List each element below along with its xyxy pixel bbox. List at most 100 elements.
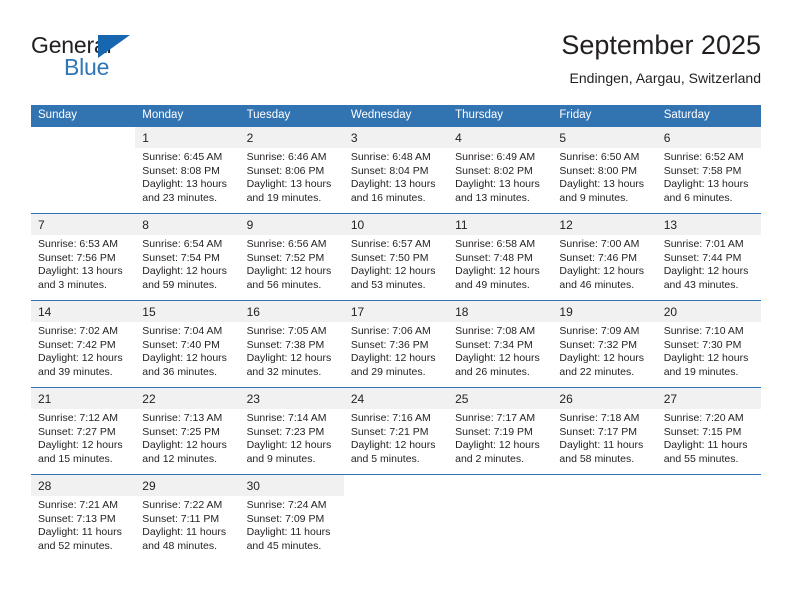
sunset-text: Sunset: 7:34 PM xyxy=(455,338,533,351)
sunrise-text: Sunrise: 7:22 AM xyxy=(142,499,223,511)
calendar-day-cell[interactable]: 15 Sunrise: 7:04 AM Sunset: 7:40 PM Dayligh… xyxy=(135,300,240,388)
calendar-day-cell[interactable]: 19 Sunrise: 7:09 AM Sunset: 7:32 PM Dayligh… xyxy=(552,300,657,388)
daylight-text-line2: and 58 minutes. xyxy=(559,452,635,465)
sunset-text: Sunset: 7:54 PM xyxy=(142,251,220,264)
day-sun-info: Sunrise: 7:09 AM Sunset: 7:32 PM Daylight:… xyxy=(552,322,656,379)
sunrise-text: Sunrise: 6:54 AM xyxy=(142,238,223,250)
daylight-text-line1: Daylight: 13 hours xyxy=(559,178,645,191)
calendar-day-cell[interactable]: 29 Sunrise: 7:22 AM Sunset: 7:11 PM Dayligh… xyxy=(135,474,240,561)
sunset-text: Sunset: 7:56 PM xyxy=(38,251,116,264)
calendar-day-cell[interactable]: 7 Sunrise: 6:53 AM Sunset: 7:56 PM Daylight… xyxy=(31,213,136,301)
day-number: 21 xyxy=(31,388,136,409)
day-sun-info: Sunrise: 6:49 AM Sunset: 8:02 PM Daylight:… xyxy=(448,148,552,205)
sunset-text: Sunset: 7:30 PM xyxy=(663,338,742,351)
sunrise-text: Sunrise: 6:56 AM xyxy=(246,238,327,250)
calendar-day-cell[interactable]: 24 Sunrise: 7:16 AM Sunset: 7:21 PM Dayligh… xyxy=(343,387,449,475)
day-number: 24 xyxy=(343,388,449,409)
calendar-day-cell[interactable]: 27 Sunrise: 7:20 AM Sunset: 7:15 PM Dayligh… xyxy=(656,387,761,475)
day-number: 3 xyxy=(343,127,449,148)
calendar-day-cell[interactable]: 3 Sunrise: 6:48 AM Sunset: 8:04 PM Daylight… xyxy=(343,127,449,214)
day-sun-info: Sunrise: 7:04 AM Sunset: 7:40 PM Daylight:… xyxy=(135,322,239,379)
calendar-day-cell[interactable]: 13 Sunrise: 7:01 AM Sunset: 7:44 PM Dayligh… xyxy=(656,213,761,301)
day-number: 9 xyxy=(239,214,344,235)
sunrise-text: Sunrise: 6:49 AM xyxy=(455,151,536,163)
calendar-day-cell[interactable]: 5 Sunrise: 6:50 AM Sunset: 8:00 PM Daylight… xyxy=(552,127,657,214)
calendar-day-cell[interactable]: 30 Sunrise: 7:24 AM Sunset: 7:09 PM Dayligh… xyxy=(239,474,344,561)
calendar-day-cell[interactable]: 1 Sunrise: 6:45 AM Sunset: 8:08 PM Daylight… xyxy=(135,127,240,214)
page-title: September 2025 xyxy=(561,30,761,60)
day-sun-info: Sunrise: 7:00 AM Sunset: 7:46 PM Daylight:… xyxy=(552,235,656,292)
sunset-text: Sunset: 7:42 PM xyxy=(38,338,116,351)
daylight-text-line1: Daylight: 12 hours xyxy=(246,352,332,365)
daylight-text-line1: Daylight: 13 hours xyxy=(246,178,332,191)
sunrise-text: Sunrise: 7:16 AM xyxy=(350,412,431,424)
calendar-day-cell[interactable]: 16 Sunrise: 7:05 AM Sunset: 7:38 PM Dayligh… xyxy=(239,300,344,388)
daylight-text-line2: and 22 minutes. xyxy=(559,365,635,378)
sunset-text: Sunset: 8:06 PM xyxy=(246,164,325,177)
daylight-text-line2: and 36 minutes. xyxy=(142,365,217,378)
day-cell-content: 23 Sunrise: 7:14 AM Sunset: 7:23 PM Dayligh… xyxy=(239,388,344,474)
sunrise-text: Sunrise: 6:58 AM xyxy=(455,238,536,250)
calendar-day-cell[interactable]: 28 Sunrise: 7:21 AM Sunset: 7:13 PM Dayligh… xyxy=(31,474,136,561)
day-sun-info: Sunrise: 6:53 AM Sunset: 7:56 PM Daylight:… xyxy=(31,235,135,292)
sunset-text: Sunset: 7:58 PM xyxy=(663,164,742,177)
day-cell-content: 20 Sunrise: 7:10 AM Sunset: 7:30 PM Dayligh… xyxy=(656,301,761,387)
day-sun-info: Sunrise: 6:54 AM Sunset: 7:54 PM Daylight:… xyxy=(135,235,239,292)
day-cell-content: 28 Sunrise: 7:21 AM Sunset: 7:13 PM Dayligh… xyxy=(31,475,136,561)
calendar-table: Sunday Monday Tuesday Wednesday Thursday… xyxy=(31,105,761,561)
day-number: 15 xyxy=(135,301,240,322)
calendar-day-cell[interactable]: 18 Sunrise: 7:08 AM Sunset: 7:34 PM Dayligh… xyxy=(448,300,553,388)
day-sun-info: Sunrise: 7:10 AM Sunset: 7:30 PM Daylight:… xyxy=(657,322,761,379)
daylight-text-line1: Daylight: 12 hours xyxy=(559,265,645,278)
daylight-text-line2: and 19 minutes. xyxy=(663,365,739,378)
calendar-day-cell[interactable]: 10 Sunrise: 6:57 AM Sunset: 7:50 PM Dayligh… xyxy=(343,213,449,301)
sunset-text: Sunset: 7:38 PM xyxy=(246,338,325,351)
weekday-header-monday: Monday xyxy=(135,105,240,127)
calendar-day-cell[interactable]: 8 Sunrise: 6:54 AM Sunset: 7:54 PM Daylight… xyxy=(135,213,240,301)
weekday-header-sunday: Sunday xyxy=(31,105,136,127)
day-sun-info: Sunrise: 6:45 AM Sunset: 8:08 PM Daylight:… xyxy=(135,148,239,205)
calendar-day-cell[interactable]: 11 Sunrise: 6:58 AM Sunset: 7:48 PM Dayligh… xyxy=(448,213,553,301)
calendar-day-cell[interactable]: 12 Sunrise: 7:00 AM Sunset: 7:46 PM Dayligh… xyxy=(552,213,657,301)
day-number: 7 xyxy=(31,214,136,235)
day-sun-info: Sunrise: 7:22 AM Sunset: 7:11 PM Daylight:… xyxy=(135,496,239,553)
sunset-text: Sunset: 8:08 PM xyxy=(142,164,220,177)
calendar-day-cell[interactable]: 23 Sunrise: 7:14 AM Sunset: 7:23 PM Dayligh… xyxy=(239,387,344,475)
calendar-day-cell[interactable]: 17 Sunrise: 7:06 AM Sunset: 7:36 PM Dayligh… xyxy=(343,300,449,388)
day-cell-content: 6 Sunrise: 6:52 AM Sunset: 7:58 PM Daylight… xyxy=(656,127,761,213)
day-cell-content: 7 Sunrise: 6:53 AM Sunset: 7:56 PM Daylight… xyxy=(31,214,136,300)
day-number: 8 xyxy=(135,214,240,235)
day-number: 4 xyxy=(448,127,553,148)
day-number: 13 xyxy=(656,214,761,235)
sunrise-text: Sunrise: 7:13 AM xyxy=(142,412,223,424)
calendar-day-cell[interactable]: 9 Sunrise: 6:56 AM Sunset: 7:52 PM Daylight… xyxy=(239,213,344,301)
day-sun-info: Sunrise: 7:24 AM Sunset: 7:09 PM Daylight:… xyxy=(240,496,344,553)
calendar-day-cell[interactable]: 26 Sunrise: 7:18 AM Sunset: 7:17 PM Dayligh… xyxy=(552,387,657,475)
calendar-day-cell[interactable]: 6 Sunrise: 6:52 AM Sunset: 7:58 PM Daylight… xyxy=(656,127,761,214)
calendar-day-cell[interactable]: 25 Sunrise: 7:17 AM Sunset: 7:19 PM Dayligh… xyxy=(448,387,553,475)
calendar-day-cell[interactable]: 2 Sunrise: 6:46 AM Sunset: 8:06 PM Daylight… xyxy=(239,127,344,214)
calendar-header-row: Sunday Monday Tuesday Wednesday Thursday… xyxy=(31,105,761,127)
daylight-text-line2: and 46 minutes. xyxy=(559,278,635,291)
daylight-text-line1: Daylight: 12 hours xyxy=(663,265,749,278)
day-number: 2 xyxy=(239,127,344,148)
daylight-text-line2: and 52 minutes. xyxy=(38,539,113,552)
calendar-day-cell[interactable]: 14 Sunrise: 7:02 AM Sunset: 7:42 PM Dayligh… xyxy=(31,300,136,388)
weekday-header-thursday: Thursday xyxy=(448,105,553,127)
sunrise-text: Sunrise: 7:04 AM xyxy=(142,325,223,337)
day-number: 19 xyxy=(552,301,657,322)
general-blue-logo[interactable]: General Blue xyxy=(31,32,241,92)
sunset-text: Sunset: 7:40 PM xyxy=(142,338,220,351)
calendar-day-cell[interactable]: 21 Sunrise: 7:12 AM Sunset: 7:27 PM Dayligh… xyxy=(31,387,136,475)
calendar-day-cell[interactable]: 4 Sunrise: 6:49 AM Sunset: 8:02 PM Daylight… xyxy=(448,127,553,214)
sunset-text: Sunset: 8:04 PM xyxy=(350,164,429,177)
daylight-text-line1: Daylight: 11 hours xyxy=(559,439,644,452)
daylight-text-line2: and 9 minutes. xyxy=(559,191,629,204)
calendar-day-cell[interactable]: 22 Sunrise: 7:13 AM Sunset: 7:25 PM Dayligh… xyxy=(135,387,240,475)
daylight-text-line2: and 3 minutes. xyxy=(38,278,107,291)
day-sun-info: Sunrise: 7:06 AM Sunset: 7:36 PM Daylight:… xyxy=(344,322,448,379)
calendar-day-cell[interactable]: 20 Sunrise: 7:10 AM Sunset: 7:30 PM Dayligh… xyxy=(656,300,761,388)
calendar-day-cell xyxy=(448,474,553,561)
daylight-text-line2: and 55 minutes. xyxy=(663,452,739,465)
daylight-text-line1: Daylight: 11 hours xyxy=(142,526,227,539)
